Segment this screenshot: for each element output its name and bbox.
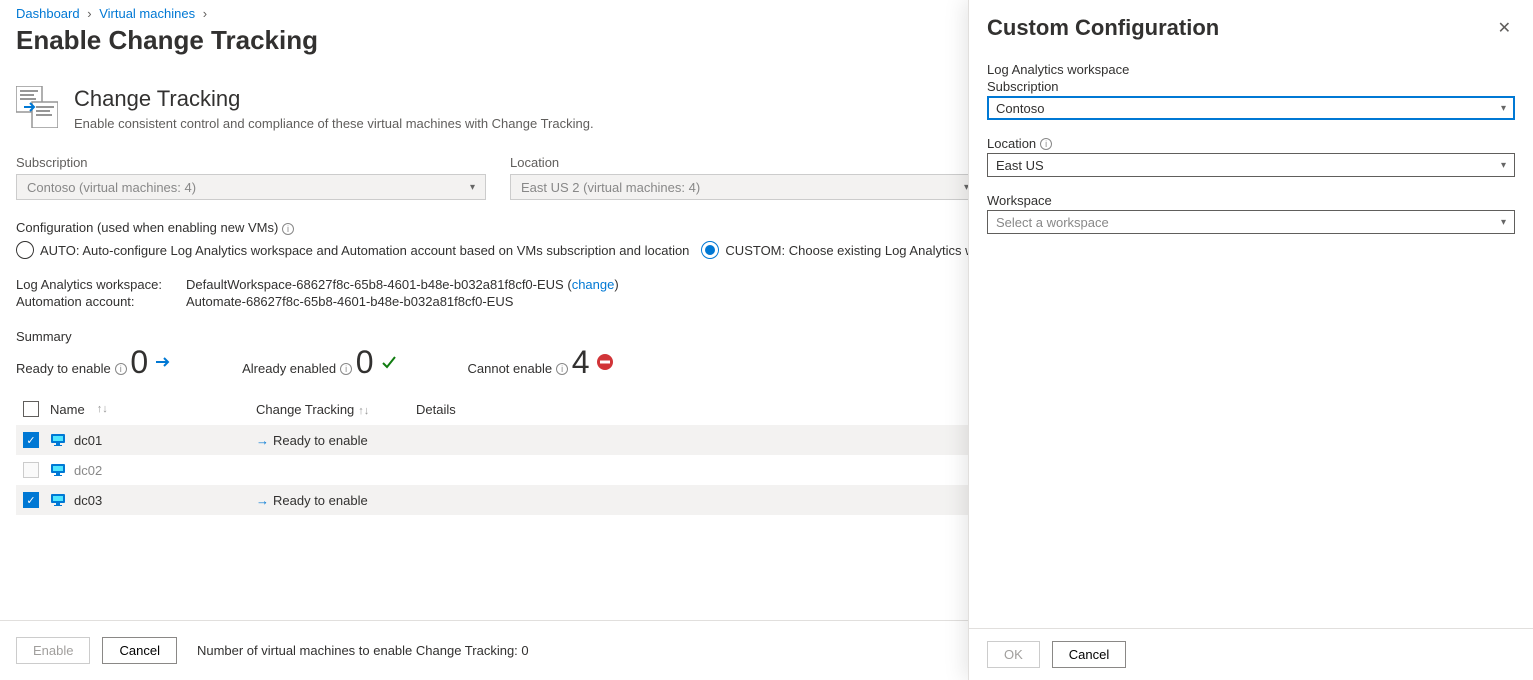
select-all-checkbox[interactable] [23, 401, 39, 417]
info-icon[interactable]: i [282, 223, 294, 235]
subscription-dropdown[interactable]: Contoso (virtual machines: 4) ▾ [16, 174, 486, 200]
footer-text: Number of virtual machines to enable Cha… [197, 643, 529, 658]
check-icon [380, 353, 398, 371]
panel-cancel-button[interactable]: Cancel [1052, 641, 1126, 668]
already-label: Already enabled [242, 361, 336, 376]
panel-location-value: East US [996, 158, 1044, 173]
panel-subscription-label: Subscription [987, 79, 1515, 94]
col-name[interactable]: Name [50, 402, 85, 417]
info-icon[interactable]: i [1040, 138, 1052, 150]
panel-workspace-label: Workspace [987, 193, 1515, 208]
automation-key: Automation account: [16, 294, 186, 309]
radio-auto-label: AUTO: Auto-configure Log Analytics works… [40, 243, 689, 258]
panel-location-label: Location [987, 136, 1036, 151]
row-name: dc01 [74, 433, 102, 448]
automation-val: Automate-68627f8c-65b8-4601-b48e-b032a81… [186, 294, 513, 309]
cannot-label: Cannot enable [468, 361, 553, 376]
feature-title: Change Tracking [74, 86, 594, 112]
ready-card: Ready to enable i 0 [16, 346, 172, 378]
panel-location-select[interactable]: East US ▾ [987, 153, 1515, 177]
blocked-icon [596, 353, 614, 371]
custom-config-panel: Custom Configuration ✕ Log Analytics wor… [968, 0, 1533, 680]
already-card: Already enabled i 0 [242, 346, 397, 378]
law-label: Log Analytics workspace [987, 62, 1515, 77]
subscription-label: Subscription [16, 155, 486, 170]
breadcrumb-sep: › [203, 6, 207, 21]
info-icon[interactable]: i [115, 363, 127, 375]
chevron-down-icon: ▾ [1501, 103, 1506, 114]
sort-icon[interactable]: ↑↓ [358, 405, 369, 417]
arrow-icon: → [256, 433, 269, 448]
subscription-value: Contoso (virtual machines: 4) [27, 180, 196, 195]
feature-desc: Enable consistent control and compliance… [74, 116, 594, 131]
info-icon[interactable]: i [556, 363, 568, 375]
location-value: East US 2 (virtual machines: 4) [521, 180, 700, 195]
cannot-value: 4 [572, 346, 590, 378]
panel-subscription-select[interactable]: Contoso ▾ [987, 96, 1515, 120]
breadcrumb-sep: › [87, 6, 91, 21]
cannot-card: Cannot enable i 4 [468, 346, 614, 378]
vm-icon [50, 432, 66, 448]
vm-icon [50, 462, 66, 478]
panel-workspace-value: Select a workspace [996, 215, 1109, 230]
chevron-down-icon: ▾ [1501, 217, 1506, 228]
workspace-val: DefaultWorkspace-68627f8c-65b8-4601-b48e… [186, 277, 619, 292]
sort-icon[interactable]: ↑↓ [97, 403, 108, 415]
chevron-down-icon: ▾ [1501, 160, 1506, 171]
row-checkbox[interactable] [23, 462, 39, 478]
breadcrumb-dashboard[interactable]: Dashboard [16, 6, 80, 21]
col-ct[interactable]: Change Tracking [256, 402, 354, 417]
ready-value: 0 [130, 346, 148, 378]
row-status: Ready to enable [273, 493, 368, 508]
row-name: dc03 [74, 493, 102, 508]
enable-button[interactable]: Enable [16, 637, 90, 664]
panel-subscription-value: Contoso [996, 101, 1044, 116]
row-status: Ready to enable [273, 433, 368, 448]
row-checkbox[interactable]: ✓ [23, 492, 39, 508]
panel-workspace-select[interactable]: Select a workspace ▾ [987, 210, 1515, 234]
vm-icon [50, 492, 66, 508]
panel-ok-button[interactable]: OK [987, 641, 1040, 668]
already-value: 0 [356, 346, 374, 378]
change-link[interactable]: change [572, 277, 615, 292]
arrow-icon: → [256, 493, 269, 508]
info-icon[interactable]: i [340, 363, 352, 375]
row-name: dc02 [74, 463, 102, 478]
arrow-icon [154, 353, 172, 371]
panel-title: Custom Configuration [987, 15, 1219, 41]
row-checkbox[interactable]: ✓ [23, 432, 39, 448]
chevron-down-icon: ▾ [470, 182, 475, 193]
breadcrumb-vms[interactable]: Virtual machines [99, 6, 195, 21]
footer: Enable Cancel Number of virtual machines… [0, 620, 968, 680]
location-dropdown[interactable]: East US 2 (virtual machines: 4) ▾ [510, 174, 980, 200]
col-details[interactable]: Details [416, 402, 456, 417]
ready-label: Ready to enable [16, 361, 111, 376]
workspace-key: Log Analytics workspace: [16, 277, 186, 292]
change-tracking-icon [16, 86, 58, 128]
cancel-button[interactable]: Cancel [102, 637, 176, 664]
location-label: Location [510, 155, 980, 170]
radio-auto[interactable]: AUTO: Auto-configure Log Analytics works… [16, 241, 689, 259]
close-icon[interactable]: ✕ [1494, 14, 1515, 42]
